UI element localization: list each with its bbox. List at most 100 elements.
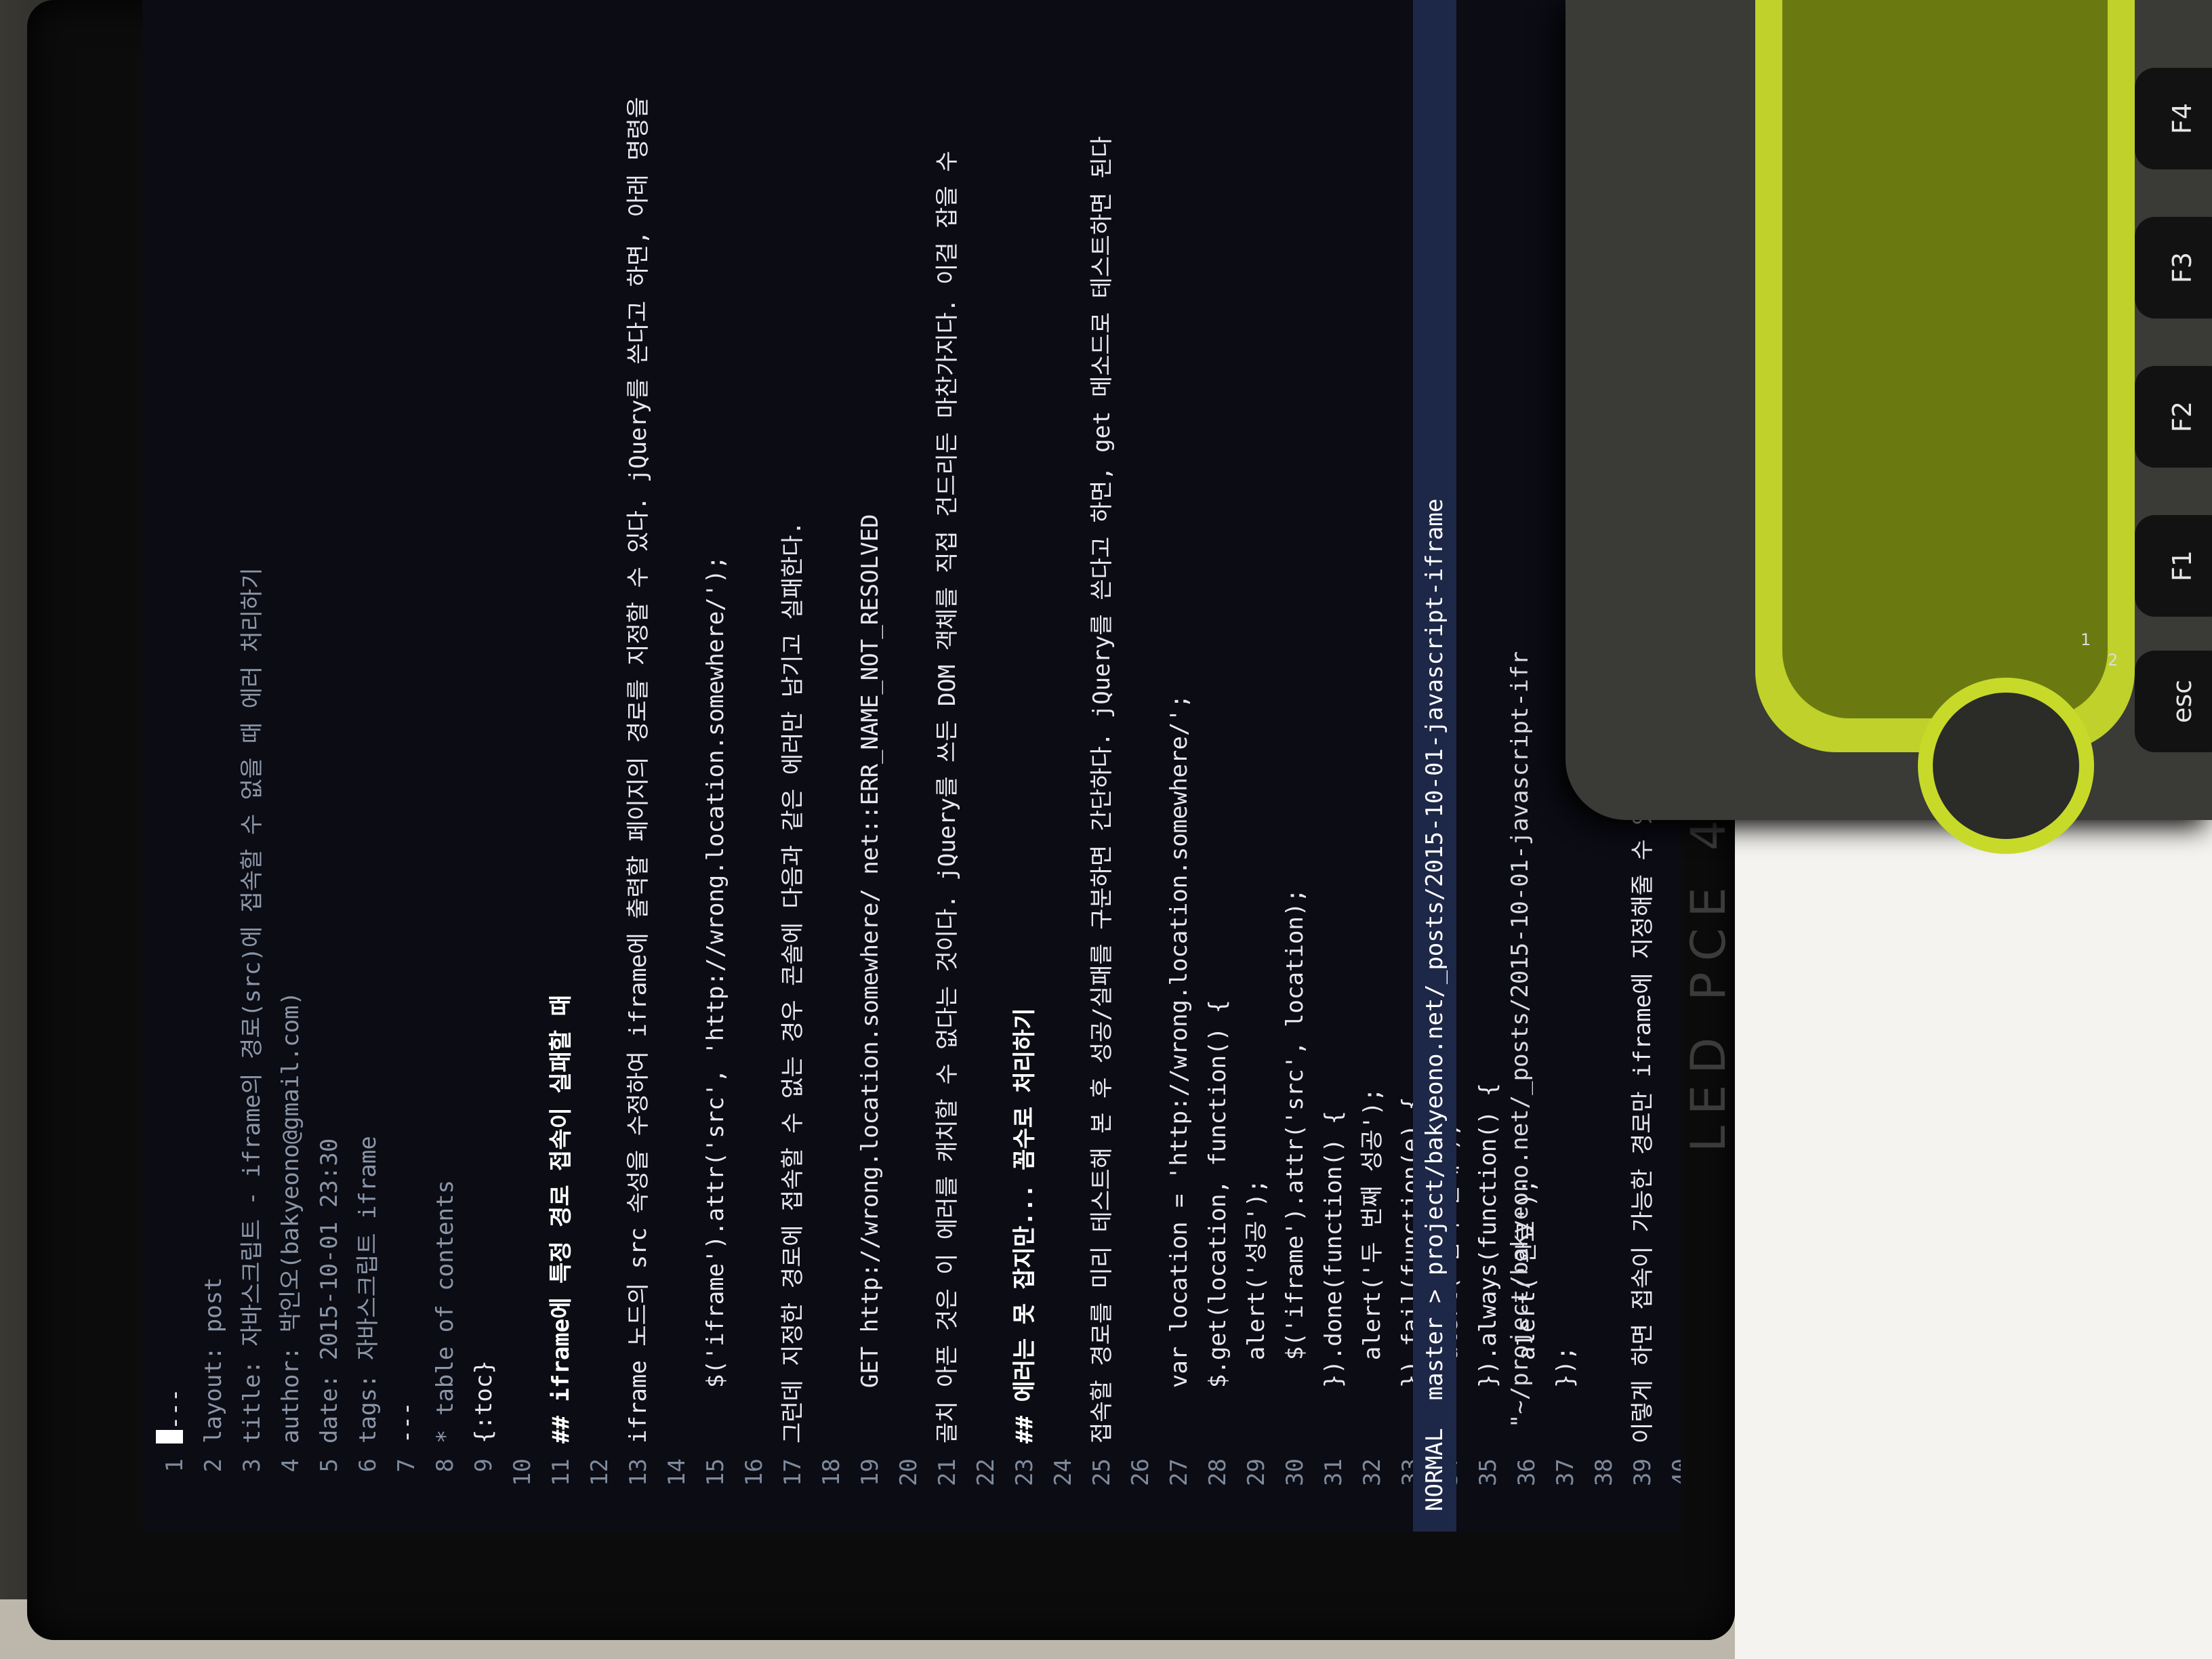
vim-window[interactable]: 1 --- 2 layout: post 3 title: 자바스크립트 - iframe… <box>142 0 1681 1532</box>
line-number: 6 <box>354 1458 382 1473</box>
editor-line[interactable]: 24 <box>1044 14 1083 1511</box>
line-text: --- <box>393 1401 420 1443</box>
editor-line[interactable]: 20 <box>890 14 928 1511</box>
line-number: 22 <box>972 1458 1000 1486</box>
line-text: var location = 'http://wrong.location.so… <box>1166 694 1193 1443</box>
f2-key[interactable]: F2 <box>2135 366 2212 468</box>
line-text: title: 자바스크립트 - iframe의 경로(src)에 접속할 수 없… <box>239 567 266 1443</box>
line-text: 그런데 지정한 경로에 접속할 수 없는 경우 콘솔에 다음과 같은 에러만 남… <box>779 521 806 1443</box>
line-number: 31 <box>1320 1458 1347 1486</box>
editor-line[interactable]: 16 <box>735 14 774 1511</box>
line-text: layout: post <box>200 1277 227 1443</box>
editor-line[interactable]: 18 <box>813 14 851 1511</box>
editor-line[interactable]: 4 author: 박인오(bakyeono@gmail.com) <box>272 14 310 1511</box>
line-text: alert('두 번째 성공'); <box>1359 1088 1386 1443</box>
editor-line[interactable]: 11 ## iframe에 특정 경로 접속이 실패할 때 <box>542 14 581 1511</box>
f4-key[interactable]: F4 <box>2135 68 2212 169</box>
line-number: 7 <box>393 1458 420 1473</box>
line-number: 17 <box>779 1458 806 1486</box>
editor-line[interactable]: 25 접속할 경로를 미리 테스트해 본 후 성공/실패를 구분하면 간단하다. … <box>1083 14 1122 1511</box>
line-text: 접속할 경로를 미리 테스트해 본 후 성공/실패를 구분하면 간단하다. jQ… <box>1088 136 1115 1443</box>
line-number: 21 <box>934 1458 961 1486</box>
f3-key[interactable]: F3 <box>2135 217 2212 319</box>
editor-line[interactable]: 28 $.get(location, function() { <box>1199 14 1237 1511</box>
editor-line[interactable]: 19 GET http://wrong.location.somewhere/ … <box>851 14 890 1511</box>
f3-key-label: F3 <box>2167 251 2197 284</box>
editor-line[interactable]: 10 <box>504 14 542 1511</box>
editor-line[interactable]: 6 tags: 자바스크립트 iframe <box>349 14 388 1511</box>
editor-line[interactable]: 17 그런데 지정한 경로에 접속할 수 없는 경우 콘솔에 다음과 같은 에러만… <box>774 14 813 1511</box>
line-text: $('iframe').attr('src', location); <box>1282 888 1309 1443</box>
f1-key[interactable]: F1 <box>2135 515 2212 617</box>
line-number: 13 <box>625 1458 652 1486</box>
line-number: 9 <box>470 1458 497 1473</box>
line-number: 4 <box>277 1458 304 1473</box>
line-text: author: 박인오(bakyeono@gmail.com) <box>277 991 304 1443</box>
line-number: 5 <box>316 1458 343 1473</box>
keyboard: 1 2 3 esc F1 F2 F3 F4 <box>1565 0 2212 854</box>
line-number: 3 <box>239 1458 266 1473</box>
line-number: 15 <box>702 1458 729 1486</box>
line-number: 19 <box>857 1458 884 1486</box>
line-number: 24 <box>1050 1458 1077 1486</box>
editor-line[interactable]: 29 alert('성공'); <box>1237 14 1276 1511</box>
text-editor-buffer[interactable]: 1 --- 2 layout: post 3 title: 자바스크립트 - iframe… <box>156 14 1681 1511</box>
f2-key-label: F2 <box>2167 401 2197 433</box>
line-number: 20 <box>895 1458 922 1486</box>
f1-key-label: F1 <box>2167 550 2197 582</box>
editor-line[interactable]: 15 $('iframe').attr('src', 'http://wrong… <box>697 14 735 1511</box>
line-text: date: 2015-10-01 23:30 <box>316 1138 343 1443</box>
device-cradle <box>1755 0 2135 752</box>
editor-line[interactable]: 5 date: 2015-10-01 23:30 <box>310 14 349 1511</box>
line-text: GET http://wrong.location.somewhere/ net… <box>857 514 884 1443</box>
device-switch-dial[interactable] <box>1918 678 2094 854</box>
editor-line[interactable]: 26 <box>1122 14 1160 1511</box>
status-bar: NORMAL master > project/bakyeono.net/_po… <box>1413 0 1456 1532</box>
line-number: 32 <box>1359 1458 1386 1486</box>
line-text: $('iframe').attr('src', 'http://wrong.lo… <box>702 555 729 1443</box>
line-number: 25 <box>1088 1458 1115 1486</box>
line-number: 28 <box>1204 1458 1231 1486</box>
line-number: 11 <box>548 1458 575 1486</box>
editor-line[interactable]: 23 ## 에러는 못 잡지만... 꼼수로 처리하기 <box>1006 14 1044 1511</box>
line-number: 18 <box>818 1458 845 1486</box>
line-number: 29 <box>1243 1458 1270 1486</box>
editor-line[interactable]: 27 var location = 'http://wrong.location… <box>1160 14 1199 1511</box>
editor-line[interactable]: 2 layout: post <box>194 14 233 1511</box>
editor-line[interactable]: 32 alert('두 번째 성공'); <box>1353 14 1392 1511</box>
editor-line[interactable]: 1 --- <box>156 14 194 1511</box>
editor-line[interactable]: 22 <box>967 14 1006 1511</box>
editor-line[interactable]: 8 * table of contents <box>426 14 465 1511</box>
line-text: $.get(location, function() { <box>1204 999 1231 1443</box>
line-number: 39 <box>1629 1458 1656 1486</box>
command-line-text: "~/project/bakyeono.net/_posts/2015-10-0… <box>1507 651 1534 1429</box>
editor-line[interactable]: 9 {:toc} <box>465 14 504 1511</box>
line-number: 40 <box>1668 1458 1681 1486</box>
line-number: 16 <box>741 1458 768 1486</box>
line-number: 14 <box>663 1458 691 1486</box>
editor-line[interactable]: 12 <box>581 14 619 1511</box>
line-text: {:toc} <box>470 1360 497 1443</box>
line-text: 골치 아픈 것은 이 에러를 캐치할 수 없다는 것이다. jQuery를 쓰든… <box>934 150 961 1443</box>
monitor-screen: 1 --- 2 layout: post 3 title: 자바스크립트 - iframe… <box>142 0 1681 1532</box>
line-number: 2 <box>200 1458 227 1473</box>
line-number: 38 <box>1591 1458 1618 1486</box>
command-line[interactable]: "~/project/bakyeono.net/_posts/2015-10-0… <box>1459 0 1581 1511</box>
editor-line[interactable]: 21 골치 아픈 것은 이 에러를 캐치할 수 없다는 것이다. jQuery를 … <box>928 14 967 1511</box>
editor-line[interactable]: 31 }).done(function() { <box>1315 14 1353 1511</box>
esc-key[interactable]: esc <box>2135 651 2212 752</box>
line-number: 30 <box>1282 1458 1309 1486</box>
editor-line[interactable]: 3 title: 자바스크립트 - iframe의 경로(src)에 접속할 수 … <box>233 14 272 1511</box>
line-text: ## 에러는 못 잡지만... 꼼수로 처리하기 <box>1011 1008 1038 1443</box>
line-number: 10 <box>509 1458 536 1486</box>
editor-line[interactable]: 13 iframe 노드의 src 속성을 수정하여 iframe에 출력할 페이… <box>619 14 658 1511</box>
editor-line[interactable]: 30 $('iframe').attr('src', location); <box>1276 14 1315 1511</box>
line-number: 26 <box>1127 1458 1154 1486</box>
line-number: 8 <box>432 1458 459 1473</box>
editor-line[interactable]: 14 <box>658 14 697 1511</box>
line-text: --- <box>161 1388 188 1430</box>
line-text: iframe 노드의 src 속성을 수정하여 iframe에 출력할 페이지의… <box>625 97 652 1443</box>
editor-line[interactable]: 7 --- <box>388 14 426 1511</box>
line-number: 27 <box>1166 1458 1193 1486</box>
dial-number-1: 1 <box>2081 630 2091 649</box>
